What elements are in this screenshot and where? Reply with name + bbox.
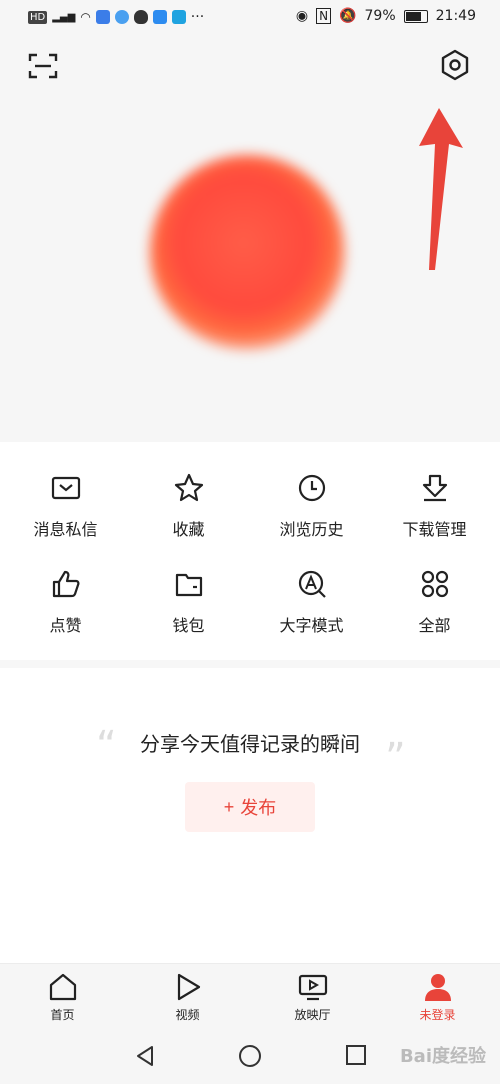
action-label: 下载管理 bbox=[402, 520, 467, 539]
tab-label: 首页 bbox=[50, 1008, 75, 1022]
qq-icon bbox=[133, 10, 148, 24]
action-messages[interactable]: 消息私信 bbox=[3, 472, 128, 540]
large-font-icon bbox=[298, 570, 326, 598]
back-icon[interactable] bbox=[133, 1044, 157, 1068]
message-icon bbox=[51, 476, 80, 500]
app-icon bbox=[95, 10, 110, 24]
hd-icon: HD bbox=[28, 10, 48, 24]
wifi-icon: ◠ bbox=[80, 10, 91, 24]
action-label: 点赞 bbox=[49, 616, 82, 635]
user-icon bbox=[424, 974, 451, 1001]
quote-close-icon: ” bbox=[385, 735, 406, 781]
section-divider bbox=[0, 660, 500, 668]
all-grid-icon bbox=[421, 570, 448, 598]
thumb-up-icon bbox=[52, 570, 79, 598]
app-icon bbox=[171, 10, 186, 24]
plus-icon: + bbox=[223, 796, 235, 817]
mute-icon: 🔕 bbox=[339, 8, 357, 24]
recent-square-icon[interactable] bbox=[345, 1044, 367, 1066]
status-right: ◉ N 🔕 79% 21:49 bbox=[296, 8, 476, 24]
tab-profile[interactable]: 未登录 bbox=[375, 972, 500, 1023]
tab-theater[interactable]: 放映厅 bbox=[250, 972, 375, 1023]
action-label: 全部 bbox=[418, 616, 451, 635]
action-large-font[interactable]: 大字模式 bbox=[249, 568, 374, 636]
action-wallet[interactable]: 钱包 bbox=[126, 568, 251, 636]
home-icon bbox=[49, 973, 76, 1001]
share-prompt: 分享今天值得记录的瞬间 bbox=[140, 732, 360, 756]
publish-button[interactable]: + 发布 bbox=[185, 782, 315, 832]
action-history[interactable]: 浏览历史 bbox=[249, 472, 374, 540]
download-icon bbox=[422, 474, 447, 502]
action-all[interactable]: 全部 bbox=[372, 568, 497, 636]
action-label: 消息私信 bbox=[33, 520, 98, 539]
home-circle-icon[interactable] bbox=[238, 1044, 262, 1068]
tab-home[interactable]: 首页 bbox=[0, 972, 125, 1023]
tab-label: 放映厅 bbox=[294, 1008, 331, 1022]
battery-percent: 79% bbox=[364, 8, 396, 24]
scan-icon[interactable] bbox=[28, 52, 58, 80]
avatar[interactable] bbox=[150, 155, 345, 350]
action-label: 钱包 bbox=[172, 616, 205, 635]
action-likes[interactable]: 点赞 bbox=[3, 568, 128, 636]
clock-icon bbox=[298, 474, 325, 502]
wallet-icon bbox=[175, 573, 202, 597]
tab-label: 视频 bbox=[175, 1008, 200, 1022]
battery-icon bbox=[403, 9, 428, 23]
eye-icon: ◉ bbox=[295, 8, 309, 24]
action-favorites[interactable]: 收藏 bbox=[126, 472, 251, 540]
tab-label: 未登录 bbox=[419, 1008, 456, 1022]
action-label: 大字模式 bbox=[279, 616, 344, 635]
action-downloads[interactable]: 下载管理 bbox=[372, 472, 497, 540]
more-notifications: ··· bbox=[190, 9, 205, 25]
app-icon bbox=[152, 10, 167, 24]
clock-time: 21:49 bbox=[435, 8, 476, 24]
signal-icon: ▂▄▆ bbox=[52, 11, 76, 23]
bottom-tab-bar: 首页 视频 放映厅 未登录 bbox=[0, 963, 500, 1032]
action-label: 浏览历史 bbox=[279, 520, 344, 539]
watermark: Bai度经验 bbox=[399, 1046, 486, 1067]
status-left-icons: HD ▂▄▆ ◠ ··· bbox=[28, 9, 204, 25]
star-icon bbox=[174, 473, 203, 502]
nfc-icon: N bbox=[316, 8, 332, 24]
theater-icon bbox=[298, 974, 327, 1001]
video-play-icon bbox=[177, 973, 200, 1001]
action-label: 收藏 bbox=[172, 520, 205, 539]
red-arrow-annotation bbox=[419, 108, 463, 270]
settings-icon[interactable] bbox=[439, 49, 471, 81]
music-icon bbox=[114, 10, 129, 24]
status-bar: HD ▂▄▆ ◠ ··· ◉ N 🔕 79% 21:49 bbox=[0, 0, 500, 36]
publish-label: 发布 bbox=[240, 798, 277, 818]
tab-video[interactable]: 视频 bbox=[125, 972, 250, 1023]
